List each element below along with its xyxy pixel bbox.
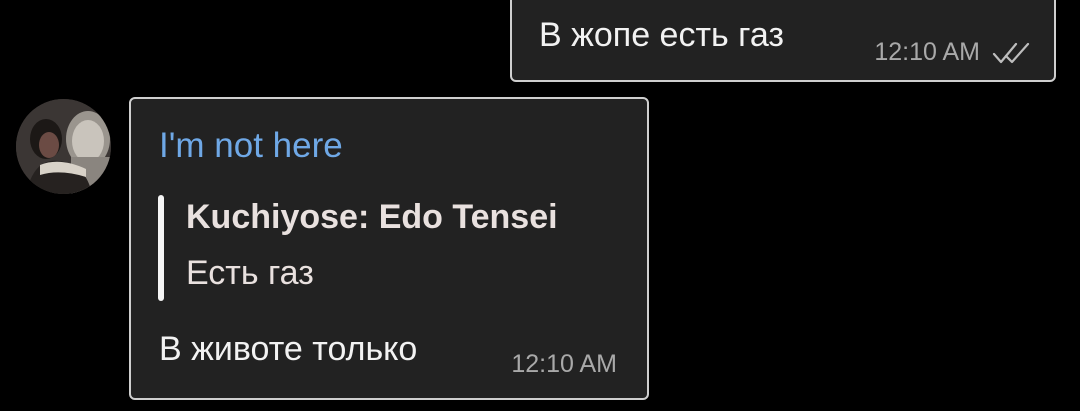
incoming-message-bubble[interactable]: I'm not here Kuchiyose: Edo Tensei Есть … [129,97,649,400]
reply-author[interactable]: Kuchiyose: Edo Tensei [186,198,558,237]
message-time: 12:10 AM [511,350,617,378]
double-check-icon [992,42,1030,63]
chat-view: В жопе есть газ 12:10 AM I'm not here Ku… [0,0,1080,411]
sender-name[interactable]: I'm not here [159,126,343,166]
reply-quote-bar [158,195,164,301]
sender-avatar[interactable] [16,99,111,194]
reply-text[interactable]: Есть газ [186,254,314,293]
message-text: В жопе есть газ [539,16,784,54]
outgoing-message-bubble[interactable]: В жопе есть газ 12:10 AM [510,0,1056,82]
avatar-photo [16,99,111,194]
message-text: В животе только [159,330,418,368]
message-time: 12:10 AM [874,38,980,66]
message-meta: 12:10 AM [874,38,1032,67]
